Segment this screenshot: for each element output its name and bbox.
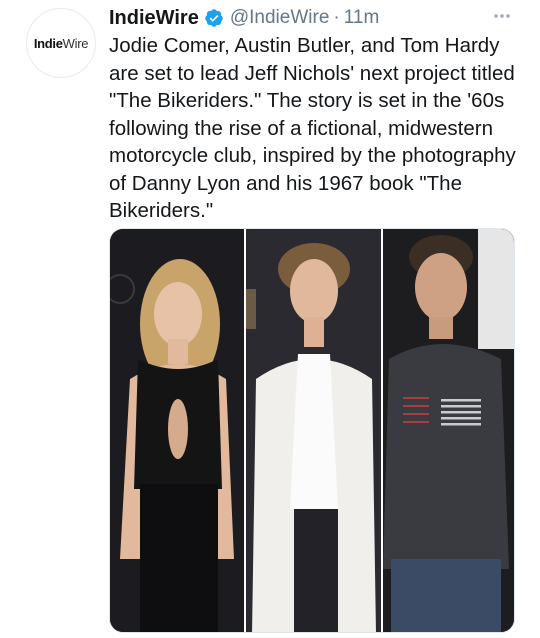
tweet-media[interactable] <box>109 228 515 633</box>
verified-badge-icon <box>204 8 224 28</box>
avatar-logo: IndieWire <box>33 35 89 51</box>
timestamp[interactable]: 11m <box>344 7 380 29</box>
display-name[interactable]: IndieWire <box>109 7 199 30</box>
more-options-icon[interactable] <box>490 4 514 28</box>
tweet-header: IndieWire @IndieWire · 11m <box>109 4 514 32</box>
photo-left <box>110 229 244 632</box>
avatar[interactable]: IndieWire <box>26 8 96 78</box>
separator: · <box>333 7 340 28</box>
photo-middle <box>246 229 381 632</box>
handle[interactable]: @IndieWire <box>230 7 330 29</box>
tweet-text: Jodie Comer, Austin Butler, and Tom Hard… <box>109 34 516 222</box>
photo-right <box>383 229 514 632</box>
